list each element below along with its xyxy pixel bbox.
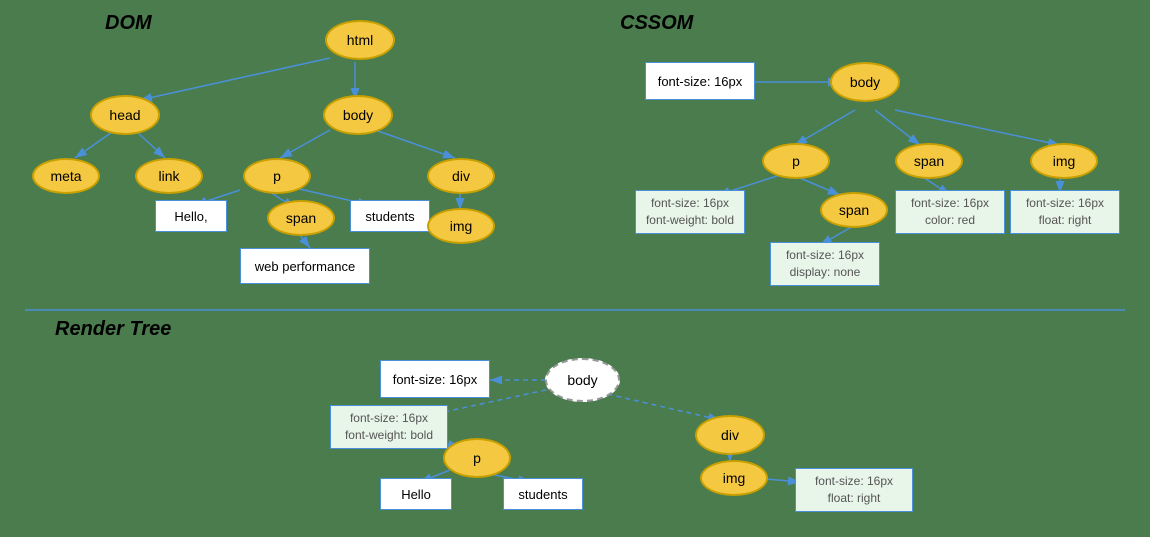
arrows-svg <box>0 0 1150 537</box>
render-div-node: div <box>695 415 765 455</box>
dom-body-node: body <box>323 95 393 135</box>
dom-title: DOM <box>105 12 152 35</box>
cssom-body-style-box: font-size: 16px <box>645 62 755 100</box>
dom-div-node: div <box>427 158 495 194</box>
diagram-container: DOM html head body meta link p div Hello… <box>0 0 1150 537</box>
render-img-node: img <box>700 460 768 496</box>
render-tree-title: Render Tree <box>55 318 171 341</box>
cssom-span-style-box: font-size: 16px color: red <box>895 190 1005 234</box>
dom-p-node: p <box>243 158 311 194</box>
cssom-p-style-box: font-size: 16px font-weight: bold <box>635 190 745 234</box>
dom-hello-box: Hello, <box>155 200 227 232</box>
cssom-span-p-style-box: font-size: 16px display: none <box>770 242 880 286</box>
cssom-span-node: span <box>895 143 963 179</box>
cssom-title: CSSOM <box>620 12 693 35</box>
render-body-style-box: font-size: 16px <box>380 360 490 398</box>
render-img-style-box: font-size: 16px float: right <box>795 468 913 512</box>
render-p-node: p <box>443 438 511 478</box>
render-p-style-box: font-size: 16px font-weight: bold <box>330 405 448 449</box>
render-students-box: students <box>503 478 583 510</box>
dom-html-node: html <box>325 20 395 60</box>
dom-meta-node: meta <box>32 158 100 194</box>
cssom-body-node: body <box>830 62 900 102</box>
dom-img-node: img <box>427 208 495 244</box>
cssom-img-node: img <box>1030 143 1098 179</box>
dom-students-box: students <box>350 200 430 232</box>
render-body-node: body <box>545 358 620 402</box>
cssom-p-node: p <box>762 143 830 179</box>
render-hello-box: Hello <box>380 478 452 510</box>
cssom-img-style-box: font-size: 16px float: right <box>1010 190 1120 234</box>
dom-link-node: link <box>135 158 203 194</box>
dom-head-node: head <box>90 95 160 135</box>
cssom-span-p-node: span <box>820 192 888 228</box>
dom-webperf-box: web performance <box>240 248 370 284</box>
dom-span-node: span <box>267 200 335 236</box>
